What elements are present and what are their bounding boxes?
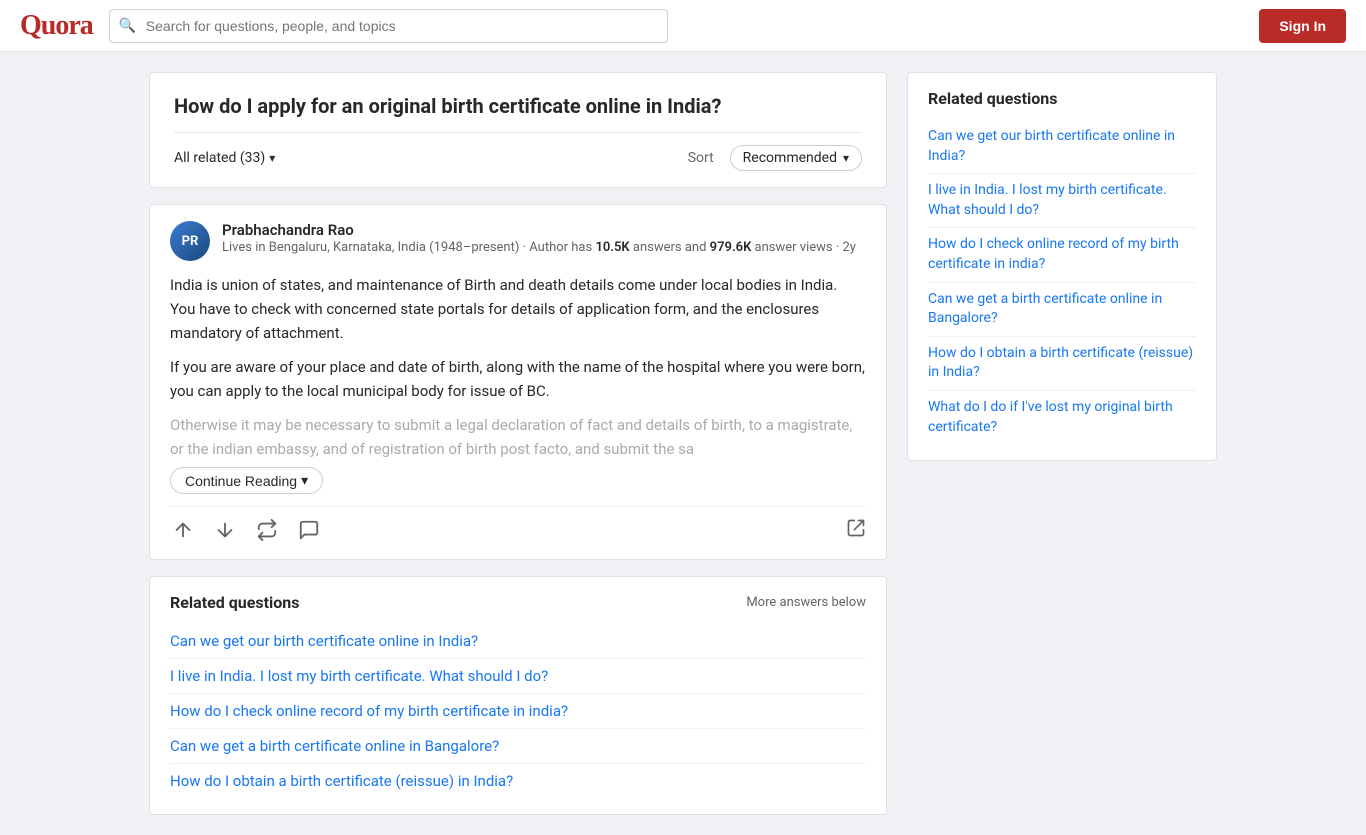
author-bio-mid: answers and	[630, 240, 710, 255]
sidebar-title: Related questions	[928, 89, 1196, 108]
upvote-button[interactable]	[170, 517, 196, 543]
share-button[interactable]	[846, 518, 866, 543]
quora-logo[interactable]: Quora	[20, 10, 93, 42]
related-link-1[interactable]: Can we get our birth certificate online …	[170, 624, 866, 659]
search-input[interactable]	[109, 9, 668, 43]
continue-reading-label: Continue Reading	[185, 473, 297, 489]
answer-faded-text: Otherwise it may be necessary to submit …	[170, 413, 866, 494]
page-body: How do I apply for an original birth cer…	[133, 52, 1233, 835]
sort-chevron-icon: ▾	[843, 151, 849, 165]
author-info: Prabhachandra Rao Lives in Bengaluru, Ka…	[222, 221, 866, 257]
continue-reading-button[interactable]: Continue Reading ▾	[170, 467, 323, 494]
sidebar-link-3[interactable]: How do I check online record of my birth…	[928, 228, 1196, 282]
downvote-button[interactable]	[212, 517, 238, 543]
author-bio: Lives in Bengaluru, Karnataka, India (19…	[222, 239, 866, 257]
all-related-label: All related (33)	[174, 150, 265, 166]
sidebar-link-4[interactable]: Can we get a birth certificate online in…	[928, 283, 1196, 337]
related-questions-header: Related questions More answers below	[170, 593, 866, 612]
header: Quora 🔍 Sign In	[0, 0, 1366, 52]
author-bio-end: answer views · 2y	[751, 240, 856, 255]
sidebar-link-6[interactable]: What do I do if I've lost my original bi…	[928, 391, 1196, 444]
sign-in-button[interactable]: Sign In	[1259, 9, 1346, 43]
all-related-button[interactable]: All related (33) ▾	[174, 150, 275, 166]
sidebar-link-2[interactable]: I live in India. I lost my birth certifi…	[928, 174, 1196, 228]
answer-paragraph-3-faded: Otherwise it may be necessary to submit …	[170, 416, 852, 458]
sort-label: Sort	[688, 150, 714, 166]
sort-dropdown[interactable]: Recommended ▾	[730, 145, 862, 171]
author-answers-count: 10.5K	[595, 240, 629, 255]
sidebar: Related questions Can we get our birth c…	[907, 72, 1217, 461]
related-link-3[interactable]: How do I check online record of my birth…	[170, 694, 866, 729]
author-views-count: 979.6K	[710, 240, 752, 255]
author-row: PR Prabhachandra Rao Lives in Bengaluru,…	[170, 221, 866, 261]
main-content: How do I apply for an original birth cer…	[149, 72, 887, 815]
related-link-4[interactable]: Can we get a birth certificate online in…	[170, 729, 866, 764]
author-name[interactable]: Prabhachandra Rao	[222, 221, 866, 239]
answer-text: India is union of states, and maintenanc…	[170, 273, 866, 403]
answer-actions	[170, 506, 866, 543]
avatar: PR	[170, 221, 210, 261]
reshare-button[interactable]	[254, 517, 280, 543]
related-link-2[interactable]: I live in India. I lost my birth certifi…	[170, 659, 866, 694]
search-bar-container: 🔍	[109, 9, 668, 43]
more-answers-label: More answers below	[746, 595, 866, 610]
answer-card: PR Prabhachandra Rao Lives in Bengaluru,…	[149, 204, 887, 560]
sidebar-link-5[interactable]: How do I obtain a birth certificate (rei…	[928, 337, 1196, 391]
question-title: How do I apply for an original birth cer…	[174, 93, 862, 120]
sidebar-card: Related questions Can we get our birth c…	[907, 72, 1217, 461]
continue-reading-chevron-icon: ▾	[301, 472, 308, 489]
related-questions-main: Related questions More answers below Can…	[149, 576, 887, 815]
avatar-inner: PR	[170, 221, 210, 261]
related-link-5[interactable]: How do I obtain a birth certificate (rei…	[170, 764, 866, 798]
answer-paragraph-2: If you are aware of your place and date …	[170, 355, 866, 403]
sidebar-link-1[interactable]: Can we get our birth certificate online …	[928, 120, 1196, 174]
answer-paragraph-1: India is union of states, and maintenanc…	[170, 273, 866, 345]
all-related-chevron-icon: ▾	[269, 151, 275, 165]
search-icon: 🔍	[119, 18, 136, 34]
author-bio-text: Lives in Bengaluru, Karnataka, India (19…	[222, 240, 595, 255]
comment-button[interactable]	[296, 517, 322, 543]
question-meta: All related (33) ▾ Sort Recommended ▾	[174, 132, 862, 171]
related-questions-title: Related questions	[170, 593, 299, 612]
sort-value: Recommended	[743, 150, 837, 166]
question-card: How do I apply for an original birth cer…	[149, 72, 887, 188]
